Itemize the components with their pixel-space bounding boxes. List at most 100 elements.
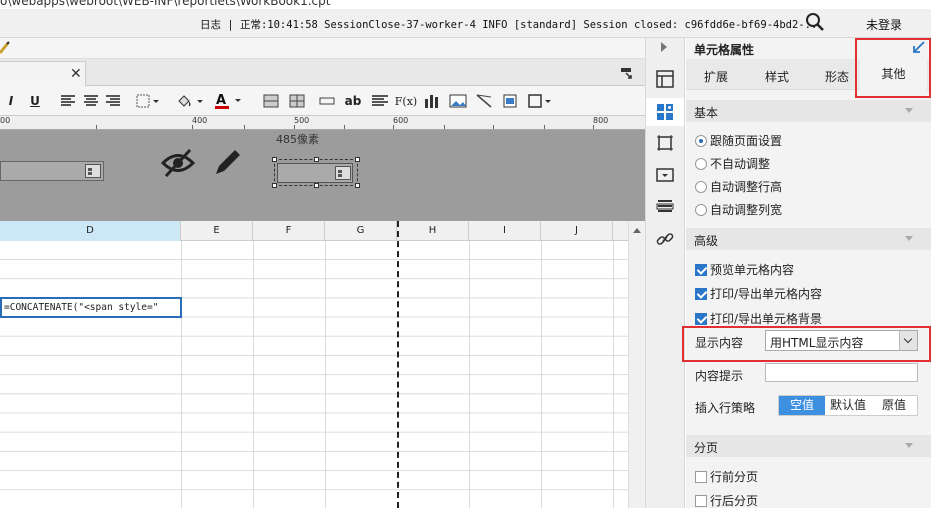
radio-auto-row-height[interactable]: 自动调整行高: [695, 178, 782, 195]
cell-attr-nav-active[interactable]: [646, 98, 684, 126]
login-button[interactable]: 未登录: [866, 16, 902, 33]
chevron-down-icon: [905, 236, 913, 241]
widget-icon: [335, 166, 351, 180]
checkbox-icon: [695, 287, 707, 300]
column-header[interactable]: G: [325, 221, 397, 241]
check-page-after[interactable]: 行后分页: [695, 492, 758, 509]
form-design-area[interactable]: 485像素: [0, 130, 645, 221]
italic-button[interactable]: I: [6, 92, 16, 110]
formula-button[interactable]: F(x): [395, 92, 417, 110]
chart-icon[interactable]: [424, 92, 440, 110]
checkbox-icon: [695, 263, 707, 276]
checkbox-icon: [695, 312, 707, 325]
radio-icon: [695, 157, 707, 170]
section-basic[interactable]: 基本: [686, 100, 931, 122]
log-line[interactable]: 日志 | 正常:10:41:58 SessionClose-37-worker-…: [200, 17, 824, 32]
page-break-line: [397, 221, 399, 508]
dock-icon[interactable]: [620, 67, 632, 79]
column-header[interactable]: F: [253, 221, 325, 241]
border-icon[interactable]: [136, 92, 160, 110]
panel-title: 单元格属性: [694, 43, 755, 57]
format-toolbar: I U A ab F(x): [0, 86, 645, 116]
frame-icon[interactable]: [528, 92, 552, 110]
highlight-box-other-tab: [855, 38, 931, 98]
column-header[interactable]: E: [181, 221, 253, 241]
radio-auto-col-width[interactable]: 自动调整列宽: [695, 201, 782, 218]
hyperlink-icon[interactable]: [656, 230, 674, 248]
align-center-icon[interactable]: [83, 92, 99, 110]
cell-attribute-icon: [657, 104, 673, 120]
section-advanced[interactable]: 高级: [686, 228, 931, 250]
tab-expand[interactable]: 扩展: [704, 68, 728, 85]
chevron-down-icon: [905, 108, 913, 113]
search-icon[interactable]: [805, 12, 825, 32]
split-cells-icon[interactable]: [289, 92, 305, 110]
element-icon[interactable]: [656, 134, 674, 152]
radio-follow-page[interactable]: 跟随页面设置: [695, 132, 782, 149]
spreadsheet-grid[interactable]: D E F G H I J =CONCATENATE("<span style=…: [0, 221, 645, 508]
radio-icon: [695, 134, 707, 147]
underline-button[interactable]: U: [28, 92, 42, 110]
insert-null-button[interactable]: 空值: [779, 396, 825, 415]
fill-color-icon[interactable]: [176, 92, 204, 110]
radio-icon: [695, 180, 707, 193]
vertical-scrollbar[interactable]: [628, 221, 645, 508]
grid-rows: [0, 241, 628, 508]
tab-form[interactable]: 形态: [825, 68, 849, 85]
status-bar: 日志 | 正常:10:41:58 SessionClose-37-worker-…: [0, 9, 931, 38]
property-nav: [645, 38, 685, 508]
insert-original-button[interactable]: 原值: [871, 396, 917, 415]
insert-policy-label: 插入行策略: [695, 401, 756, 415]
align-right-icon[interactable]: [105, 92, 121, 110]
insert-line-icon[interactable]: [319, 92, 335, 110]
cell-property-panel: 单元格属性 扩展 样式 形态 其他 基本 跟随页面设置 不自动调整 自动调整行高…: [686, 38, 931, 508]
edit-pencil-icon[interactable]: [212, 146, 244, 178]
insert-default-button[interactable]: 默认值: [825, 396, 871, 415]
highlight-box-display-content: [682, 326, 931, 362]
hide-icon[interactable]: [160, 148, 196, 178]
horizontal-ruler: 00 400 500 600 800: [0, 116, 645, 130]
checkbox-icon: [695, 494, 707, 507]
widget-settings-icon[interactable]: [656, 166, 674, 184]
top-toolbar: [0, 38, 645, 59]
window-title: o\webapps\webroot\WEB-INF\reportlets\Wor…: [0, 0, 331, 8]
check-print-background[interactable]: 打印/导出单元格背景: [695, 310, 822, 327]
check-print-content[interactable]: 打印/导出单元格内容: [695, 285, 822, 302]
radio-icon: [695, 203, 707, 216]
active-cell[interactable]: =CONCATENATE("<span style=": [0, 297, 182, 318]
chevron-down-icon: [905, 443, 913, 448]
text-cell-button[interactable]: ab: [344, 92, 362, 110]
tab-style[interactable]: 样式: [765, 68, 789, 85]
collapse-arrow-icon[interactable]: [661, 42, 667, 52]
slash-icon[interactable]: [476, 92, 492, 110]
check-page-before[interactable]: 行前分页: [695, 468, 758, 485]
align-left-icon[interactable]: [60, 92, 76, 110]
column-header[interactable]: D: [0, 221, 181, 241]
merge-cells-icon[interactable]: [263, 92, 279, 110]
image-icon[interactable]: [449, 92, 467, 110]
content-hint-input[interactable]: [765, 363, 918, 382]
paragraph-icon[interactable]: [371, 92, 389, 110]
column-header[interactable]: I: [469, 221, 541, 241]
selected-widget[interactable]: [272, 157, 360, 188]
column-header[interactable]: H: [397, 221, 469, 241]
radio-no-adjust[interactable]: 不自动调整: [695, 155, 770, 172]
close-tab-icon[interactable]: ✕: [70, 66, 82, 82]
font-color-icon[interactable]: A: [214, 92, 242, 110]
checkbox-icon: [695, 470, 707, 483]
layout-icon[interactable]: [656, 70, 674, 88]
workbook-tab[interactable]: ✕: [0, 61, 86, 86]
content-hint-label: 内容提示: [695, 369, 744, 383]
subreport-icon[interactable]: [502, 92, 518, 110]
sheet-tab-row: ✕: [0, 59, 645, 86]
column-header[interactable]: J: [541, 221, 613, 241]
form-widget[interactable]: [0, 161, 104, 181]
widget-icon: [85, 164, 101, 178]
width-label: 485像素: [276, 133, 319, 146]
check-preview-content[interactable]: 预览单元格内容: [695, 261, 794, 278]
brush-icon[interactable]: [0, 41, 10, 55]
section-paging[interactable]: 分页: [686, 435, 931, 457]
window-title-bar: o\webapps\webroot\WEB-INF\reportlets\Wor…: [0, 0, 931, 9]
condition-icon[interactable]: [656, 198, 674, 216]
insert-policy-group: 空值 默认值 原值: [778, 395, 918, 416]
